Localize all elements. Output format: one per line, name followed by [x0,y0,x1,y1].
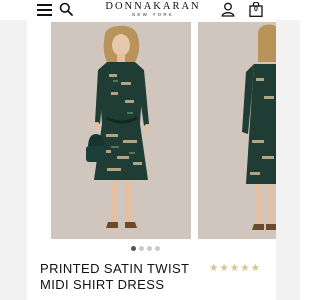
star-icon: ★ [250,262,261,274]
model-illustration [86,25,150,228]
pagination-dot[interactable] [155,246,160,251]
brand-sub: NEW YORK [131,12,175,17]
product-title-line2: MIDI SHIRT DRESS [40,277,165,292]
star-icon: ★ [240,262,250,274]
bag-icon[interactable]: 0 [249,1,263,17]
product-title-line1: PRINTED SATIN TWIST [40,261,190,276]
left-edge [0,20,27,300]
site-header: DONNAKARAN NEW YORK 0 [27,0,276,21]
product-gallery[interactable] [51,22,276,239]
product-photo-next[interactable] [198,22,276,239]
star-icon: ★ [219,262,229,274]
model-illustration-back [242,24,276,230]
brand-logo[interactable]: DONNAKARAN NEW YORK [99,1,207,18]
pagination-dot-active[interactable] [131,246,136,251]
star-icon: ★ [209,262,219,274]
menu-icon[interactable] [37,3,52,16]
product-photo-main[interactable] [51,22,191,239]
gallery-pagination [131,246,160,252]
product-title: PRINTED SATIN TWIST MIDI SHIRT DRESS [40,261,210,293]
bag-count: 0 [254,6,258,13]
rating-stars[interactable]: ★ ★ ★ ★ ★ [209,262,260,274]
product-page: DONNAKARAN NEW YORK 0 PRINTED SATIN TWIS… [0,0,300,300]
brand-name: DONNAKARAN [105,1,201,12]
right-edge [276,20,300,300]
star-icon: ★ [229,262,240,274]
account-icon[interactable] [221,2,235,17]
pagination-dot[interactable] [147,246,152,251]
pagination-dot[interactable] [139,246,144,251]
search-icon[interactable] [59,2,73,16]
